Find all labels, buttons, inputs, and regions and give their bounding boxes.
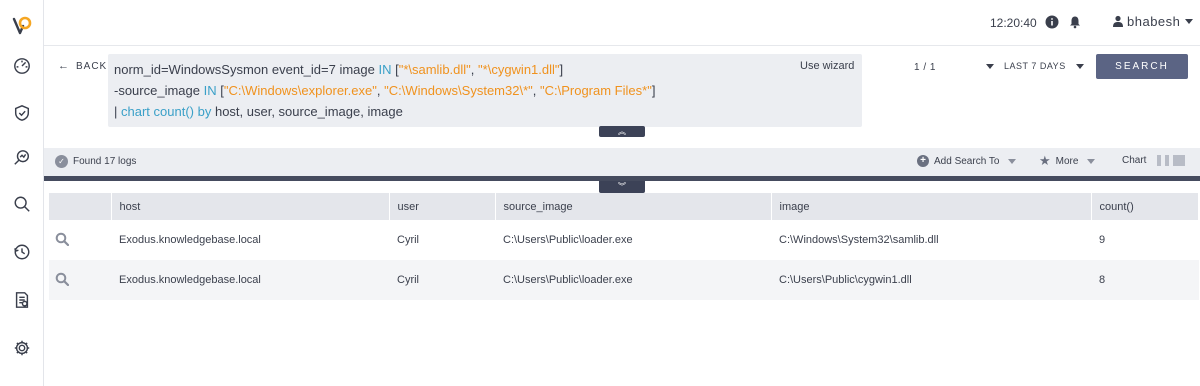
check-circle-icon: ✓	[55, 155, 68, 168]
chevron-double-up-icon: ︽	[618, 126, 626, 136]
query-editor[interactable]: norm_id=WindowsSysmon event_id=7 image I…	[108, 54, 862, 127]
shield-icon[interactable]	[12, 103, 32, 123]
table-header-row: host user source_image image count()	[49, 193, 1199, 220]
pager: 1 / 1	[914, 62, 936, 73]
more-label: More	[1055, 155, 1079, 167]
cell-host: Exodus.knowledgebase.local	[119, 274, 261, 286]
results-table-panel: host user source_image image count() Exo…	[44, 181, 1200, 386]
query-line-1: norm_id=WindowsSysmon event_id=7 image I…	[114, 62, 564, 77]
chart-label: Chart	[1122, 155, 1147, 166]
query-line-2: -source_image IN ["C:\Windows\explorer.e…	[114, 83, 656, 98]
column-header-count[interactable]: count()	[1091, 193, 1199, 220]
clock: 12:20:40	[990, 16, 1037, 30]
magnifier-icon[interactable]	[55, 232, 70, 246]
column-header-image[interactable]: image	[771, 193, 1092, 220]
report-icon[interactable]	[12, 290, 32, 310]
cell-host: Exodus.knowledgebase.local	[119, 234, 261, 246]
plus-circle-icon: +	[917, 155, 929, 167]
back-button[interactable]: ← BACK	[58, 60, 107, 72]
search-button[interactable]: SEARCH	[1096, 54, 1188, 79]
row-action-cell	[49, 220, 111, 260]
column-header-source-image[interactable]: source_image	[495, 193, 772, 220]
star-icon: ★	[1039, 153, 1051, 168]
column-header-user[interactable]: user	[389, 193, 496, 220]
history-icon[interactable]	[12, 242, 32, 262]
search-analytics-icon[interactable]	[12, 148, 32, 168]
found-count: ✓ Found 17 logs	[55, 155, 136, 168]
time-range-selector[interactable]: LAST 7 DAYS	[986, 61, 1084, 71]
chevron-down-icon	[1075, 63, 1084, 69]
more-button[interactable]: ★ More	[1039, 153, 1096, 168]
cell-user: Cyril	[397, 274, 419, 286]
sidebar	[0, 0, 44, 386]
user-icon	[1113, 15, 1123, 27]
column-header-actions	[49, 193, 112, 220]
bar-chart-icon[interactable]	[1157, 155, 1170, 166]
bell-icon[interactable]	[1068, 15, 1082, 29]
cell-count: 8	[1099, 274, 1106, 286]
row-action-cell	[49, 260, 111, 300]
collapse-query-button[interactable]: ︽	[599, 126, 645, 137]
logo[interactable]	[11, 14, 33, 36]
chevron-down-icon[interactable]	[1185, 19, 1193, 24]
info-icon[interactable]	[1045, 15, 1059, 29]
dashboard-icon[interactable]	[12, 56, 32, 76]
query-line-3: | chart count() by host, user, source_im…	[114, 104, 403, 119]
top-bar: 12:20:40 bhabesh	[44, 0, 1200, 46]
table-view-icon[interactable]	[1173, 155, 1186, 166]
back-label: BACK	[76, 60, 108, 72]
table-row: Exodus.knowledgebase.local Cyril C:\User…	[49, 260, 1199, 300]
username[interactable]: bhabesh	[1127, 14, 1180, 29]
table-row: Exodus.knowledgebase.local Cyril C:\User…	[49, 220, 1199, 260]
chevron-down-icon	[1087, 158, 1096, 164]
expand-results-button[interactable]: ︾	[599, 181, 645, 193]
chevron-double-down-icon: ︾	[618, 182, 626, 191]
results-table: host user source_image image count() Exo…	[49, 193, 1199, 300]
query-area: ← BACK norm_id=WindowsSysmon event_id=7 …	[44, 46, 1200, 148]
results-bar: ✓ Found 17 logs + Add Search To ★ More C…	[44, 148, 1200, 176]
magnifier-icon[interactable]	[55, 272, 70, 286]
cell-source-image: C:\Users\Public\loader.exe	[503, 234, 633, 246]
add-search-label: Add Search To	[934, 155, 1000, 167]
chevron-down-icon	[986, 63, 994, 69]
time-range-label: LAST 7 DAYS	[1004, 61, 1066, 71]
cell-image: C:\Windows\System32\samlib.dll	[779, 234, 939, 246]
cell-user: Cyril	[397, 234, 419, 246]
add-search-to-button[interactable]: + Add Search To	[917, 155, 1017, 167]
cell-source-image: C:\Users\Public\loader.exe	[503, 274, 633, 286]
search-icon[interactable]	[12, 194, 32, 214]
chart-toggle[interactable]: Chart	[1122, 155, 1186, 166]
arrow-left-icon: ←	[58, 60, 70, 72]
column-header-host[interactable]: host	[111, 193, 390, 220]
settings-icon[interactable]	[12, 338, 32, 358]
cell-count: 9	[1099, 234, 1106, 246]
found-label: Found 17 logs	[73, 156, 137, 167]
use-wizard-link[interactable]: Use wizard	[800, 60, 854, 72]
chevron-down-icon	[1008, 158, 1017, 164]
cell-image: C:\Users\Public\cygwin1.dll	[779, 274, 912, 286]
